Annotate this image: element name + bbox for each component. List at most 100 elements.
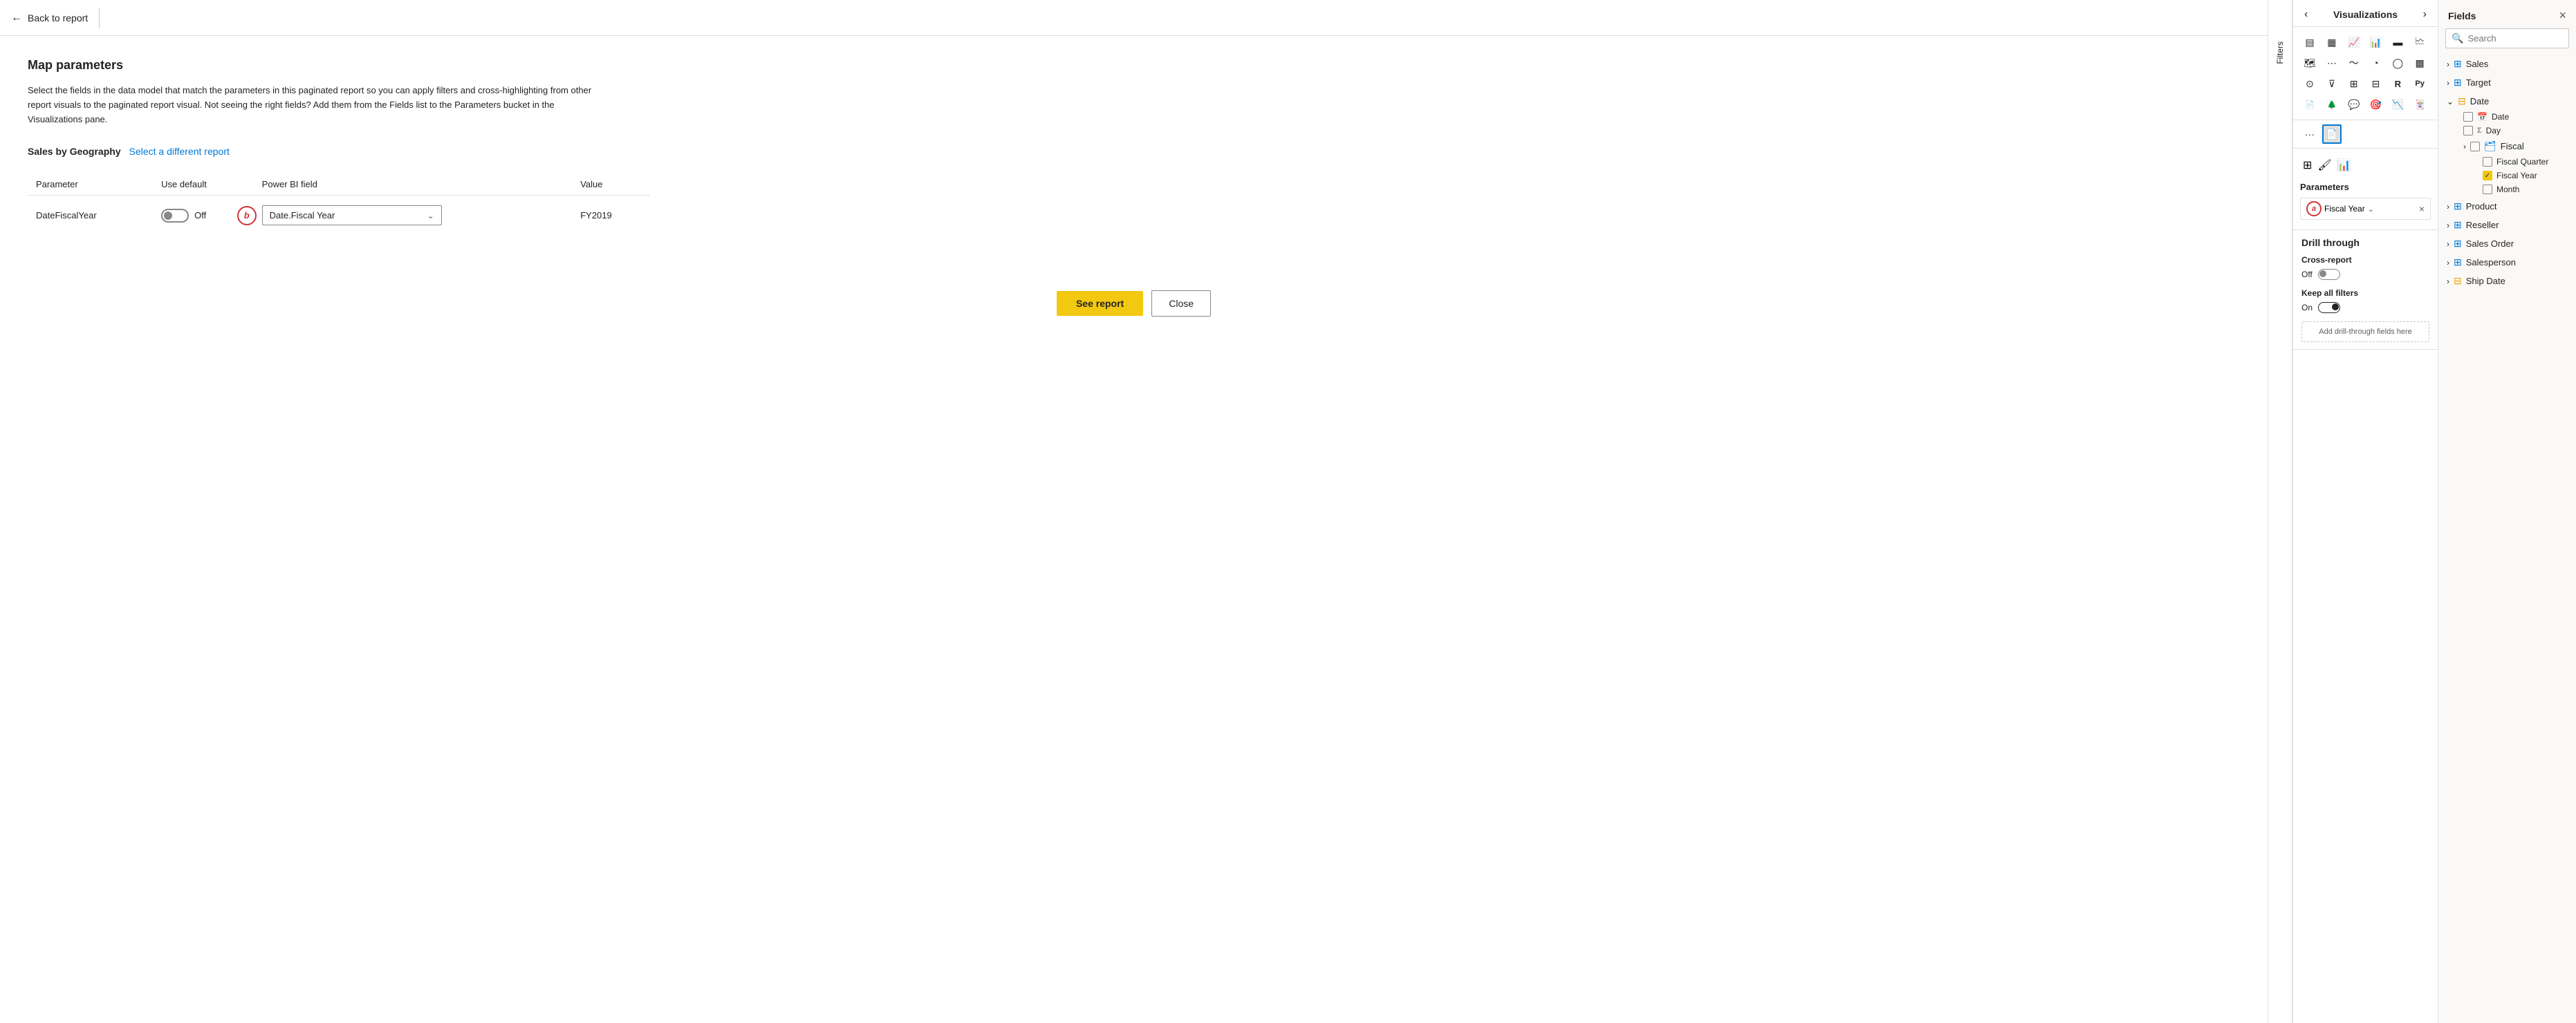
filters-label[interactable]: Filters [2275, 41, 2285, 64]
viz-icon-matrix[interactable]: ⊟ [2366, 74, 2386, 93]
use-default-toggle[interactable] [161, 209, 189, 223]
viz-icon-line[interactable]: 📈 [2344, 32, 2364, 52]
field-group-fiscal: › 🗂 Fiscal Fiscal Quarter ✓ [2459, 138, 2572, 196]
viz-icon-paginated[interactable]: 📄 [2300, 95, 2319, 114]
field-group-target-header[interactable]: › ⊞ Target [2443, 74, 2572, 91]
toggle-knob [164, 212, 172, 220]
viz-icon-treemap[interactable]: ▩ [2410, 53, 2429, 73]
back-arrow-icon: ← [11, 12, 22, 24]
col-header-use-default: Use default [153, 173, 254, 196]
field-group-date-header[interactable]: ⌄ ⊟ Date [2443, 93, 2572, 110]
viz-icon-bar2[interactable]: ▦ [2322, 32, 2342, 52]
reseller-table-icon: ⊞ [2454, 219, 2462, 231]
cross-report-value: Off [2301, 270, 2313, 279]
keep-filters-toggle[interactable] [2318, 302, 2340, 313]
field-group-sales-order-header[interactable]: › ⊞ Sales Order [2443, 235, 2572, 252]
fields-close-btn[interactable]: × [2559, 8, 2566, 23]
power-bi-field-wrapper: b Date.Fiscal Year ⌄ [262, 205, 442, 225]
field-item-fiscal-year[interactable]: ✓ Fiscal Year [2478, 169, 2572, 182]
viz-paginated-active-icon[interactable]: 📄 [2322, 124, 2342, 144]
viz-icon-smart[interactable]: 🎯 [2366, 95, 2386, 114]
param-tag-left: a Fiscal Year ⌄ [2306, 201, 2374, 216]
main-area: ← Back to report Map parameters Select t… [0, 0, 2268, 1023]
field-item-month[interactable]: Month [2478, 182, 2572, 196]
param-tag-text: Fiscal Year [2324, 204, 2365, 214]
fields-header: Fields × [2438, 0, 2576, 28]
viz-icon-decomp[interactable]: 🌲 [2322, 95, 2342, 114]
search-input[interactable] [2467, 33, 2563, 44]
viz-more-icon[interactable]: ··· [2300, 124, 2319, 144]
viz-icon-donut[interactable]: ◯ [2388, 53, 2407, 73]
fiscal-quarter-checkbox[interactable] [2483, 157, 2492, 167]
field-group-reseller-header[interactable]: › ⊞ Reseller [2443, 216, 2572, 234]
viz-icon-table[interactable]: ⊞ [2344, 74, 2364, 93]
fiscal-year-checkbox[interactable]: ✓ [2483, 171, 2492, 180]
viz-icon-bar4[interactable]: ▬ [2388, 32, 2407, 52]
date-expand-icon: ⌄ [2447, 97, 2454, 106]
date-item-label: Date [2492, 112, 2509, 122]
field-group-sales: › ⊞ Sales [2443, 55, 2572, 73]
field-item-date[interactable]: 📅 Date [2459, 110, 2572, 124]
viz-icon-scatter[interactable]: ⋯ [2322, 53, 2342, 73]
month-label: Month [2496, 185, 2519, 194]
field-group-product-header[interactable]: › ⊞ Product [2443, 198, 2572, 215]
param-tag-remove[interactable]: × [2419, 203, 2425, 214]
see-report-button[interactable]: See report [1057, 291, 1143, 316]
keep-filters-value: On [2301, 303, 2313, 312]
keep-filters-label: Keep all filters [2301, 288, 2429, 298]
page-title: Map parameters [28, 58, 2240, 73]
close-button[interactable]: Close [1151, 290, 1211, 317]
field-group-salesperson: › ⊞ Salesperson [2443, 254, 2572, 271]
drill-drop-zone[interactable]: Add drill-through fields here [2301, 321, 2429, 342]
day-checkbox[interactable] [2463, 126, 2473, 135]
viz-tab-analytics-icon[interactable]: 📊 [2335, 154, 2354, 176]
search-box[interactable]: 🔍 [2445, 28, 2569, 48]
viz-panel-collapse-btn[interactable]: ‹ [2303, 8, 2309, 21]
target-expand-icon: › [2447, 78, 2449, 88]
drill-through-title: Drill through [2301, 237, 2429, 248]
salesperson-table-icon: ⊞ [2454, 256, 2462, 268]
field-item-day[interactable]: Σ Day [2459, 124, 2572, 138]
viz-icon-py[interactable]: Py [2410, 74, 2429, 93]
viz-panel-expand-btn[interactable]: › [2422, 8, 2428, 21]
power-bi-field-dropdown[interactable]: Date.Fiscal Year ⌄ [262, 205, 442, 225]
field-group-sales-header[interactable]: › ⊞ Sales [2443, 55, 2572, 73]
viz-icon-pie[interactable]: ◔ [2366, 53, 2386, 73]
annotation-b: b [237, 206, 257, 225]
cross-report-toggle-knob [2319, 270, 2326, 277]
toggle-container: Off [161, 209, 245, 223]
viz-icon-kpi[interactable]: 📉 [2388, 95, 2407, 114]
viz-icon-gauge[interactable]: ⊙ [2300, 74, 2319, 93]
viz-icon-funnel[interactable]: ⊽ [2322, 74, 2342, 93]
viz-tab-format-icon[interactable]: 🖌 [2315, 154, 2334, 176]
content-area: Map parameters Select the fields in the … [0, 36, 2268, 1023]
viz-icon-bar[interactable]: ▤ [2300, 32, 2319, 52]
back-to-report-link[interactable]: ← Back to report [11, 12, 88, 24]
field-group-ship-date-header[interactable]: › ⊟ Ship Date [2443, 272, 2572, 290]
fiscal-year-label: Fiscal Year [2496, 171, 2537, 180]
viz-icon-line2[interactable]: 〜 [2344, 53, 2364, 73]
param-tag: a Fiscal Year ⌄ × [2300, 198, 2431, 220]
params-section-label: Parameters [2300, 182, 2431, 192]
viz-icon-bar3[interactable]: 📊 [2366, 32, 2386, 52]
viz-icon-map[interactable]: 🗺 [2300, 53, 2319, 73]
fiscal-sub-items: Fiscal Quarter ✓ Fiscal Year Month [2459, 155, 2572, 196]
viz-icon-r[interactable]: R [2388, 74, 2407, 93]
fiscal-quarter-label: Fiscal Quarter [2496, 157, 2548, 167]
field-group-fiscal-header[interactable]: › 🗂 Fiscal [2459, 138, 2572, 155]
field-group-salesperson-header[interactable]: › ⊞ Salesperson [2443, 254, 2572, 271]
field-item-fiscal-quarter[interactable]: Fiscal Quarter [2478, 155, 2572, 169]
params-section: Parameters a Fiscal Year ⌄ × [2293, 176, 2438, 230]
cross-report-toggle-row: Off [2301, 269, 2429, 280]
cross-report-toggle[interactable] [2318, 269, 2340, 280]
viz-icon-card[interactable]: 🃏 [2410, 95, 2429, 114]
viz-icon-area[interactable]: 🗠 [2410, 32, 2429, 52]
annotation-a: a [2306, 201, 2322, 216]
select-different-report-link[interactable]: Select a different report [129, 146, 230, 157]
viz-tab-fields-icon[interactable]: ⊞ [2300, 154, 2315, 176]
date-checkbox[interactable] [2463, 112, 2473, 122]
params-table: Parameter Use default Power BI field Val… [28, 173, 650, 235]
month-checkbox[interactable] [2483, 185, 2492, 194]
fiscal-checkbox[interactable] [2470, 142, 2480, 151]
viz-icon-qa[interactable]: 💬 [2344, 95, 2364, 114]
